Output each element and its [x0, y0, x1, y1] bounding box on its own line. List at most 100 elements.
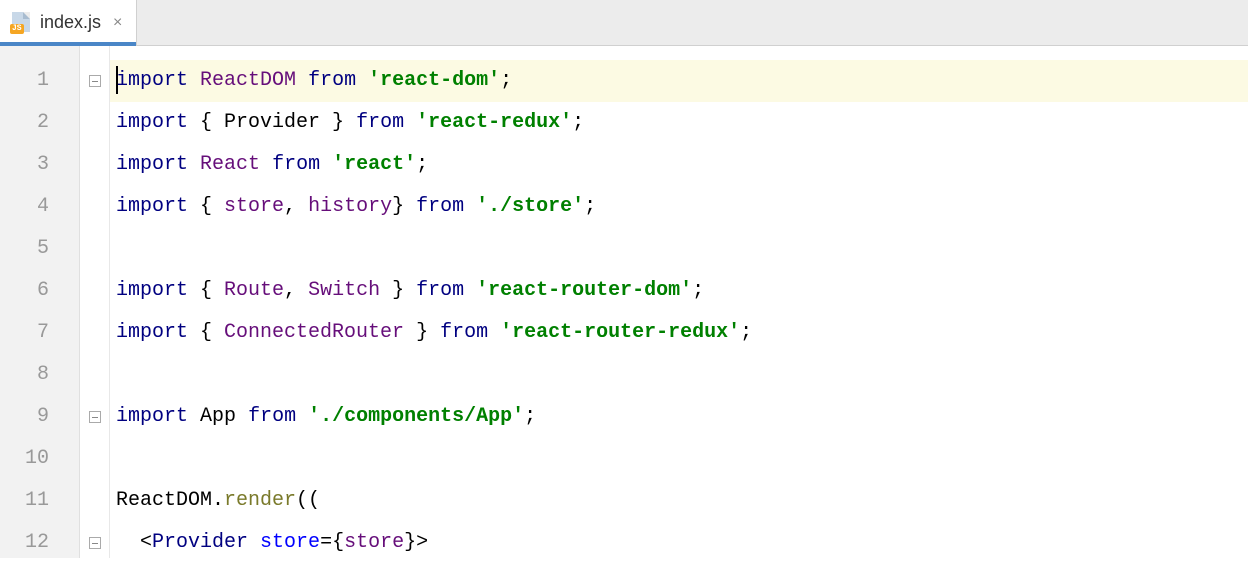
token-kw: import: [116, 153, 188, 176]
token-ident: Provider: [224, 111, 320, 134]
token-punc: ;: [740, 321, 752, 344]
token-punc: }: [380, 279, 416, 302]
token-punc: [320, 153, 332, 176]
code-line[interactable]: import { Provider } from 'react-redux';: [110, 102, 1248, 144]
token-kw: from: [308, 69, 356, 92]
line-number[interactable]: 3: [0, 144, 79, 186]
token-punc: [248, 531, 260, 554]
code-line[interactable]: import { ConnectedRouter } from 'react-r…: [110, 312, 1248, 354]
code-line[interactable]: <Provider store={store}>: [110, 522, 1248, 558]
token-punc: [296, 69, 308, 92]
fold-marker: [80, 438, 109, 480]
code-line[interactable]: import { store, history} from './store';: [110, 186, 1248, 228]
code-line[interactable]: import ReactDOM from 'react-dom';: [110, 60, 1248, 102]
tab-index-js[interactable]: JS index.js ×: [0, 0, 137, 45]
fold-minus-icon[interactable]: [89, 411, 101, 423]
token-kw: import: [116, 321, 188, 344]
code-line[interactable]: import React from 'react';: [110, 144, 1248, 186]
code-area[interactable]: import ReactDOM from 'react-dom';import …: [110, 46, 1248, 558]
line-number[interactable]: 1: [0, 60, 79, 102]
fold-marker: [80, 354, 109, 396]
token-punc: [236, 405, 248, 428]
line-number[interactable]: 11: [0, 480, 79, 522]
token-kw: import: [116, 195, 188, 218]
fold-marker[interactable]: [80, 396, 109, 438]
line-number[interactable]: 10: [0, 438, 79, 480]
fold-marker: [80, 102, 109, 144]
token-str: 'react-dom': [368, 69, 500, 92]
fold-minus-icon[interactable]: [89, 537, 101, 549]
fold-marker: [80, 228, 109, 270]
token-punc: {: [188, 195, 224, 218]
fold-marker: [80, 186, 109, 228]
token-punc: [260, 153, 272, 176]
fold-marker[interactable]: [80, 60, 109, 102]
code-line[interactable]: ReactDOM.render((: [110, 480, 1248, 522]
fold-minus-icon[interactable]: [89, 75, 101, 87]
fold-gutter[interactable]: [80, 46, 110, 558]
token-punc: ={: [320, 531, 344, 554]
close-icon[interactable]: ×: [113, 14, 122, 32]
js-file-icon: JS: [10, 12, 32, 34]
token-func: render: [224, 489, 296, 512]
editor-area: 123456789101112 import ReactDOM from 're…: [0, 46, 1248, 558]
code-line[interactable]: import App from './components/App';: [110, 396, 1248, 438]
fold-marker: [80, 480, 109, 522]
token-kw: import: [116, 69, 188, 92]
line-number[interactable]: 6: [0, 270, 79, 312]
line-number[interactable]: 8: [0, 354, 79, 396]
token-kw: import: [116, 111, 188, 134]
token-kw: import: [116, 279, 188, 302]
token-str: 'react-redux': [416, 111, 572, 134]
token-punc: <: [116, 531, 152, 554]
token-cls: store: [224, 195, 284, 218]
token-punc: }>: [404, 531, 428, 554]
token-cls: ConnectedRouter: [224, 321, 404, 344]
token-punc: ;: [572, 111, 584, 134]
line-number[interactable]: 2: [0, 102, 79, 144]
token-punc: [188, 69, 200, 92]
token-punc: {: [188, 279, 224, 302]
token-punc: ,: [284, 279, 308, 302]
token-cls: ReactDOM: [200, 69, 296, 92]
token-cls: Route: [224, 279, 284, 302]
token-punc: }: [392, 195, 416, 218]
line-number[interactable]: 9: [0, 396, 79, 438]
token-punc: ;: [584, 195, 596, 218]
token-ident: ReactDOM: [116, 489, 212, 512]
token-cls: store: [344, 531, 404, 554]
token-punc: [188, 405, 200, 428]
token-punc: [296, 405, 308, 428]
code-line[interactable]: [110, 354, 1248, 396]
token-ident: App: [200, 405, 236, 428]
line-number[interactable]: 7: [0, 312, 79, 354]
tab-label: index.js: [40, 12, 101, 33]
token-kw: from: [248, 405, 296, 428]
token-punc: ((: [296, 489, 320, 512]
code-line[interactable]: [110, 438, 1248, 480]
line-number[interactable]: 5: [0, 228, 79, 270]
token-punc: ;: [524, 405, 536, 428]
token-str: './components/App': [308, 405, 524, 428]
token-punc: [488, 321, 500, 344]
token-punc: }: [404, 321, 440, 344]
line-number[interactable]: 4: [0, 186, 79, 228]
text-cursor: [116, 66, 118, 94]
code-line[interactable]: import { Route, Switch } from 'react-rou…: [110, 270, 1248, 312]
token-punc: [464, 279, 476, 302]
token-str: 'react-router-dom': [476, 279, 692, 302]
code-line[interactable]: [110, 228, 1248, 270]
token-punc: ;: [500, 69, 512, 92]
token-cls: Switch: [308, 279, 380, 302]
line-number-gutter[interactable]: 123456789101112: [0, 46, 80, 558]
token-punc: {: [188, 321, 224, 344]
token-str: 'react-router-redux': [500, 321, 740, 344]
token-punc: ,: [284, 195, 308, 218]
token-punc: {: [188, 111, 224, 134]
token-attr: store: [260, 531, 320, 554]
token-kw: from: [416, 279, 464, 302]
token-punc: [464, 195, 476, 218]
token-punc: ;: [416, 153, 428, 176]
token-kw: from: [440, 321, 488, 344]
token-punc: }: [320, 111, 356, 134]
